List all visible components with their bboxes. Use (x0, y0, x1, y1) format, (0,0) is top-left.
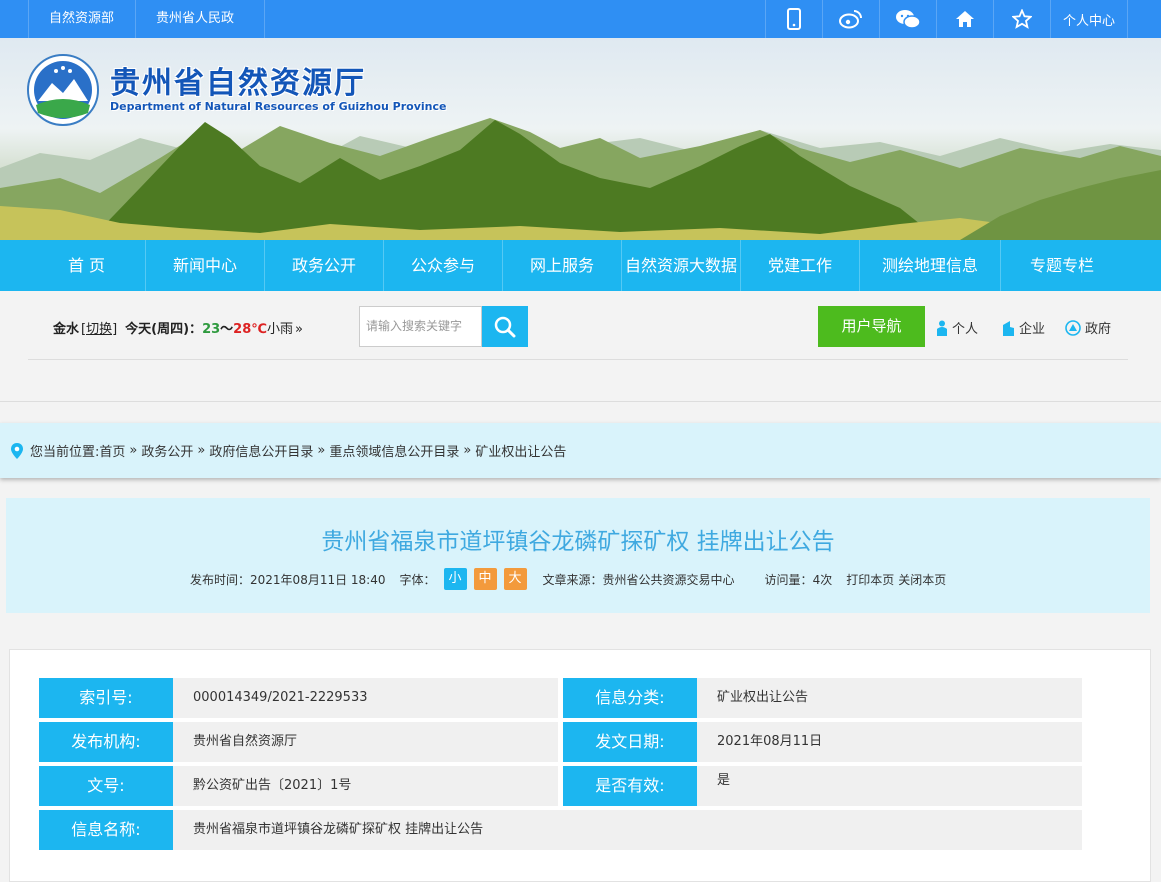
person-icon (937, 320, 947, 336)
nav-public-participation[interactable]: 公众参与 (384, 240, 503, 291)
city-switch-link[interactable]: [切换] (81, 322, 117, 337)
breadcrumb-sep: » (197, 443, 206, 458)
search-button[interactable] (482, 306, 528, 347)
org-label: 发布机构: (39, 722, 173, 762)
site-title: 贵州省自然资源厅 (110, 66, 366, 101)
weather-desc: 小雨 (267, 322, 294, 337)
weather-more-link[interactable]: » (295, 322, 303, 337)
top-bar: 自然资源部 贵州省人民政府 个人中心 (0, 0, 1161, 64)
info-name-label: 信息名称: (39, 810, 173, 850)
index-label: 索引号: (39, 678, 173, 718)
doc-number-value: 黔公资矿出告〔2021〕1号 (173, 766, 558, 806)
publish-label: 发布时间： (190, 572, 251, 587)
font-large-button[interactable]: 大 (503, 568, 527, 590)
search-icon (494, 316, 516, 337)
weather-today: 今天(周四)： (125, 322, 203, 337)
nav-big-data[interactable]: 自然资源大数据 (622, 240, 741, 291)
nav-online-service[interactable]: 网上服务 (503, 240, 622, 291)
breadcrumb: 您当前位置: 首页 » 政务公开 » 政府信息公开目录 » 重点领域信息公开目录… (0, 423, 1161, 478)
article-title: 贵州省福泉市道坪镇谷龙磷矿探矿权 挂牌出让公告 (321, 529, 835, 555)
weather-city: 金水 (53, 322, 80, 337)
link-guizhou-gov[interactable]: 贵州省人民政府 (135, 0, 265, 64)
breadcrumb-sep: » (129, 443, 138, 458)
category-label: 信息分类: (563, 678, 697, 718)
validity-value: 是 (697, 766, 1082, 806)
main-nav: 首 页 新闻中心 政务公开 公众参与 网上服务 自然资源大数据 党建工作 测绘地… (0, 240, 1161, 291)
breadcrumb-home[interactable]: 首页 (99, 441, 125, 460)
building-icon (1003, 320, 1014, 336)
date-label: 发文日期: (563, 722, 697, 762)
guide-enterprise[interactable]: 企业 (1001, 318, 1045, 337)
article-meta: 发布时间： 2021年08月11日 18:40 字体： 小 中 大 文章来源： … (190, 568, 946, 590)
weather-widget: 金水 [切换] 今天(周四)：23～28℃小雨» (53, 318, 303, 337)
site-subtitle: Department of Natural Resources of Guizh… (110, 100, 447, 113)
font-medium-button[interactable]: 中 (473, 568, 497, 590)
org-value: 贵州省自然资源厅 (173, 722, 558, 762)
nav-gov-affairs[interactable]: 政务公开 (265, 240, 384, 291)
font-size-label: 字体： (399, 572, 436, 587)
article-source: 贵州省公共资源交易中心 (602, 572, 735, 587)
breadcrumb-mining-notice[interactable]: 矿业权出让公告 (475, 441, 566, 460)
user-center-link[interactable]: 个人中心 (1050, 0, 1128, 38)
user-guide-button[interactable]: 用户导航 (818, 306, 925, 347)
validity-label: 是否有效: (563, 766, 697, 806)
category-value: 矿业权出让公告 (697, 678, 1082, 718)
index-value: 000014349/2021-2229533 (173, 678, 558, 718)
weather-sep: ～ (220, 322, 234, 337)
date-value: 2021年08月11日 (697, 722, 1082, 762)
info-name-value: 贵州省福泉市道坪镇谷龙磷矿探矿权 挂牌出让公告 (173, 810, 1082, 850)
doc-number-label: 文号: (39, 766, 173, 806)
weather-low: 23 (202, 322, 221, 337)
nav-special-topics[interactable]: 专题专栏 (1001, 240, 1123, 291)
wechat-icon[interactable] (879, 0, 936, 38)
guide-enterprise-label: 企业 (1019, 322, 1046, 337)
toolbar-area: 金水 [切换] 今天(周四)：23～28℃小雨» 请输入搜索关键字 用户导航 个人 … (0, 291, 1161, 402)
mobile-icon[interactable] (765, 0, 822, 38)
guide-government[interactable]: 政府 (1065, 318, 1111, 337)
breadcrumb-sep: » (317, 443, 326, 458)
visits-label: 访问量： (764, 572, 813, 587)
publish-time: 2021年08月11日 18:40 (250, 572, 386, 587)
location-pin-icon (11, 442, 23, 459)
close-page-link[interactable]: 关闭本页 (898, 571, 946, 588)
home-icon[interactable] (936, 0, 993, 38)
info-panel: 索引号: 000014349/2021-2229533 信息分类: 矿业权出让公… (9, 649, 1151, 882)
source-label: 文章来源： (542, 572, 603, 587)
breadcrumb-gov-affairs[interactable]: 政务公开 (141, 441, 193, 460)
nav-home[interactable]: 首 页 (28, 240, 146, 291)
nav-party-work[interactable]: 党建工作 (741, 240, 860, 291)
breadcrumb-prefix: 您当前位置: (30, 445, 100, 460)
font-small-button[interactable]: 小 (443, 568, 467, 590)
emblem-logo (27, 54, 99, 126)
divider (28, 359, 1128, 360)
national-emblem-icon (1065, 319, 1081, 336)
weibo-icon[interactable] (822, 0, 879, 38)
guide-government-label: 政府 (1085, 322, 1112, 337)
article-header: 贵州省福泉市道坪镇谷龙磷矿探矿权 挂牌出让公告 发布时间： 2021年08月11… (6, 498, 1150, 613)
star-icon[interactable] (993, 0, 1050, 38)
breadcrumb-sep: » (463, 443, 472, 458)
header-banner: 贵州省自然资源厅 Department of Natural Resources… (0, 38, 1161, 240)
search-input[interactable]: 请输入搜索关键字 (359, 306, 482, 347)
nav-surveying[interactable]: 测绘地理信息 (860, 240, 1001, 291)
breadcrumb-key-areas[interactable]: 重点领域信息公开目录 (329, 441, 459, 460)
nav-news[interactable]: 新闻中心 (146, 240, 265, 291)
link-mnr[interactable]: 自然资源部 (28, 0, 135, 38)
guide-personal[interactable]: 个人 (936, 318, 978, 337)
guide-personal-label: 个人 (952, 322, 979, 337)
breadcrumb-info-directory[interactable]: 政府信息公开目录 (209, 441, 313, 460)
weather-high: 28℃ (233, 322, 268, 337)
print-page-link[interactable]: 打印本页 (846, 571, 894, 588)
visit-count: 4次 (812, 572, 833, 587)
